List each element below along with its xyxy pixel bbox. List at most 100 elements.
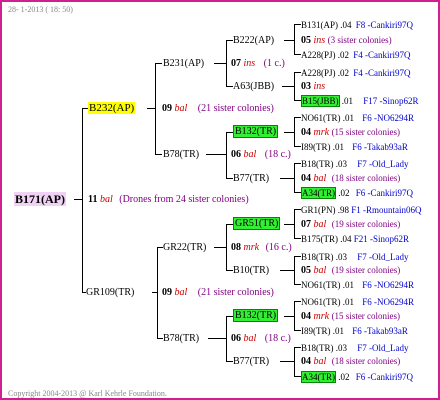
- b132a-note: (15 sister colonies): [331, 127, 401, 137]
- b10-tag: bal: [313, 265, 327, 276]
- b78b-note: (18 c.): [264, 333, 291, 344]
- b77a-info: 04 bal (18 sister colonies): [301, 172, 400, 185]
- gen5-b132a-top[interactable]: NO61(TR) .01 F6 -NO6294R: [301, 112, 414, 124]
- gen5-b77b-top[interactable]: B18(TR) .03 F7 -Old_Lady: [301, 342, 409, 354]
- mother-node[interactable]: GR109(TR): [86, 287, 134, 299]
- b10-id[interactable]: B10(TR): [233, 265, 269, 276]
- gen3-b231[interactable]: B231(AP): [163, 58, 204, 70]
- footer-copyright: Copyright 2004-2013 @ Karl Kehrle Founda…: [8, 389, 167, 398]
- gen5-gr51-bot[interactable]: B175(TR) .04 F21 -Sinop62R: [301, 233, 409, 245]
- b222-id[interactable]: B222(AP): [233, 35, 274, 46]
- gr22-num: 08: [231, 242, 241, 253]
- b10-note: (19 sister colonies): [331, 265, 401, 275]
- b231-note: (1 c.): [263, 58, 285, 69]
- gen5-b77b-bot[interactable]: A34(TR) .02 F6 -Cankiri97Q: [301, 371, 413, 383]
- b132b-info: 04 mrk (15 sister colonies): [301, 310, 400, 323]
- mother-id[interactable]: GR109(TR): [86, 287, 134, 298]
- root-id[interactable]: B171(AP): [14, 192, 66, 206]
- gen4-b132a[interactable]: B132(TR): [233, 125, 279, 138]
- a63-id[interactable]: A63(JBB): [233, 81, 274, 92]
- gen5-b132b-bot[interactable]: I89(TR) .01 F6 -Takab93aR: [301, 325, 408, 337]
- gen5-a63-bot[interactable]: B15(JBB) .01 F17 -Sinop62R: [301, 95, 419, 107]
- gen5-b77a-top[interactable]: B18(TR) .03 F7 -Old_Lady: [301, 158, 409, 170]
- gr51-note: (19 sister colonies): [331, 219, 401, 229]
- mother-num: 09: [162, 287, 172, 298]
- father-node[interactable]: B232(AP): [88, 102, 136, 115]
- root-info: 11 bal (Drones from 24 sister colonies): [88, 194, 249, 206]
- gen3-b78b[interactable]: B78(TR): [163, 333, 199, 345]
- b78b-num: 06: [231, 333, 241, 344]
- gen3-gr22[interactable]: GR22(TR): [163, 242, 206, 254]
- father-note: (21 sister colonies): [197, 103, 274, 114]
- mother-tag: bal: [174, 287, 188, 298]
- b132b-note: (15 sister colonies): [331, 311, 401, 321]
- b231-tag: ins: [243, 58, 256, 69]
- b78b-tag: bal: [243, 333, 257, 344]
- b77a-num: 04: [301, 173, 311, 184]
- pedigree-frame: 28- 1-2013 ( 18: 50) Copyright 2004-2013…: [0, 0, 440, 400]
- b132a-num: 04: [301, 127, 311, 138]
- b132b-id[interactable]: B132(TR): [233, 309, 279, 322]
- b78a-num: 06: [231, 149, 241, 160]
- b10-num: 05: [301, 265, 311, 276]
- gen5-b132b-top[interactable]: NO61(TR) .01 F6 -NO6294R: [301, 296, 414, 308]
- gen5-b132a-bot[interactable]: I89(TR) .01 F6 -Takab93aR: [301, 141, 408, 153]
- b78a-tag: bal: [243, 149, 257, 160]
- gr22-info: 08 mrk (16 c.): [231, 242, 292, 254]
- b77a-id[interactable]: B77(TR): [233, 173, 269, 184]
- b77a-note: (18 sister colonies): [331, 173, 401, 183]
- b10-info: 05 bal (19 sister colonies): [301, 264, 400, 277]
- gen5-b222-top[interactable]: B131(AP) .04 F8 -Cankiri97Q: [301, 19, 413, 31]
- mother-note: (21 sister colonies): [197, 287, 274, 298]
- gen5-a63-top[interactable]: A228(PJ) .02 F4 -Cankiri97Q: [301, 67, 411, 79]
- gen5-b222-mid: 05 ins (3 sister colonies): [301, 35, 392, 46]
- gen4-b222[interactable]: B222(AP): [233, 35, 274, 47]
- b132b-tag: mrk: [313, 311, 330, 322]
- header-date: 28- 1-2013 ( 18: 50): [8, 5, 73, 14]
- gr51-id[interactable]: GR51(TR): [233, 217, 281, 230]
- gen5-gr51-top[interactable]: GR1(PN) .98 F1 -Rmountain06Q: [301, 204, 422, 216]
- mother-info: 09 bal (21 sister colonies): [162, 287, 274, 299]
- b78a-info: 06 bal (18 c.): [231, 149, 291, 161]
- b132a-tag: mrk: [313, 127, 330, 138]
- b132a-info: 04 mrk (15 sister colonies): [301, 126, 400, 139]
- b77b-tag: bal: [313, 356, 327, 367]
- gen5-a63-mid: 03 ins: [301, 81, 326, 92]
- gr51-info: 07 bal (19 sister colonies): [301, 218, 400, 231]
- gen5-b222-bot[interactable]: A228(PJ) .02 F4 -Cankiri97Q: [301, 49, 411, 61]
- b78a-id[interactable]: B78(TR): [163, 149, 199, 160]
- gr22-note: (16 c.): [265, 242, 292, 253]
- gr22-tag: mrk: [243, 242, 260, 253]
- gen3-b78a[interactable]: B78(TR): [163, 149, 199, 161]
- b231-num: 07: [231, 58, 241, 69]
- b77b-num: 04: [301, 356, 311, 367]
- b78b-info: 06 bal (18 c.): [231, 333, 291, 345]
- gen4-b77b[interactable]: B77(TR): [233, 356, 269, 368]
- father-info: 09 bal (21 sister colonies): [162, 103, 274, 115]
- root-num: 11: [88, 194, 98, 205]
- gen4-b10[interactable]: B10(TR): [233, 265, 269, 277]
- b132a-id[interactable]: B132(TR): [233, 125, 279, 138]
- gr51-tag: bal: [313, 219, 327, 230]
- gen4-gr51[interactable]: GR51(TR): [233, 217, 281, 230]
- father-tag: bal: [174, 103, 188, 114]
- b77b-note: (18 sister colonies): [331, 356, 401, 366]
- b77a-tag: bal: [313, 173, 327, 184]
- gen4-b132b[interactable]: B132(TR): [233, 309, 279, 322]
- b78b-id[interactable]: B78(TR): [163, 333, 199, 344]
- gen5-b77a-bot[interactable]: A34(TR) .02 F6 -Cankiri97Q: [301, 187, 413, 199]
- root-tag: bal: [99, 194, 113, 205]
- gen5-b10-bot[interactable]: NO61(TR) .01 F6 -NO6294R: [301, 279, 414, 291]
- root-node[interactable]: B171(AP): [14, 192, 66, 207]
- gen4-b77a[interactable]: B77(TR): [233, 173, 269, 185]
- b78a-note: (18 c.): [264, 149, 291, 160]
- gen5-b10-top[interactable]: B18(TR) .03 F7 -Old_Lady: [301, 251, 409, 263]
- b77b-info: 04 bal (18 sister colonies): [301, 355, 400, 368]
- b231-id[interactable]: B231(AP): [163, 58, 204, 69]
- root-note: (Drones from 24 sister colonies): [119, 194, 249, 205]
- father-id[interactable]: B232(AP): [88, 102, 136, 114]
- b77b-id[interactable]: B77(TR): [233, 356, 269, 367]
- gen4-a63[interactable]: A63(JBB): [233, 81, 274, 93]
- gr51-num: 07: [301, 219, 311, 230]
- gr22-id[interactable]: GR22(TR): [163, 242, 206, 253]
